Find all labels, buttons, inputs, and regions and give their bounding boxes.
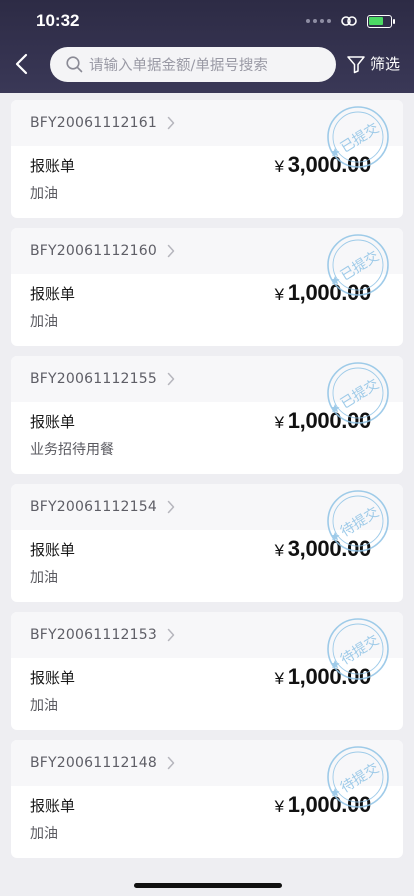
status-bar: 10:32 (0, 0, 414, 44)
search-input[interactable]: 请输入单据金额/单据号搜索 (50, 47, 336, 82)
bill-type: 报账单 (30, 285, 76, 303)
stamp-status-text: 待提交 (337, 632, 382, 669)
chevron-right-icon (167, 628, 175, 642)
bill-code: BFY20061112155 (30, 371, 157, 387)
currency-symbol: ¥ (274, 797, 284, 816)
bill-code: BFY20061112148 (30, 755, 157, 771)
filter-label: 筛选 (370, 55, 401, 73)
bill-description: 加油 (30, 570, 58, 586)
bill-type: 报账单 (30, 797, 76, 815)
bill-type: 报账单 (30, 669, 76, 687)
battery-icon (367, 14, 395, 28)
currency-symbol: ¥ (274, 285, 284, 304)
status-stamp: 已提交 (327, 234, 389, 296)
bill-description: 加油 (30, 314, 58, 330)
chevron-right-icon (167, 116, 175, 130)
status-stamp: 待提交 (327, 490, 389, 552)
currency-symbol: ¥ (274, 669, 284, 688)
bill-card[interactable]: BFY20061112161 报账单 加油 ¥3,000.00 已提交 (11, 100, 403, 218)
stamp-status-text: 待提交 (337, 760, 382, 797)
status-stamp: 待提交 (327, 746, 389, 808)
home-indicator (134, 883, 282, 888)
bill-description: 加油 (30, 698, 58, 714)
bill-code: BFY20061112160 (30, 243, 157, 259)
chevron-right-icon (167, 756, 175, 770)
stamp-status-text: 已提交 (337, 376, 382, 413)
chevron-right-icon (167, 372, 175, 386)
chevron-right-icon (167, 244, 175, 258)
bill-card[interactable]: BFY20061112154 报账单 加油 ¥3,000.00 待提交 (11, 484, 403, 602)
currency-symbol: ¥ (274, 157, 284, 176)
bill-type: 报账单 (30, 157, 76, 175)
currency-symbol: ¥ (274, 413, 284, 432)
search-placeholder: 请输入单据金额/单据号搜索 (89, 58, 268, 74)
status-stamp: 已提交 (327, 362, 389, 424)
bill-code: BFY20061112154 (30, 499, 157, 515)
bill-card[interactable]: BFY20061112160 报账单 加油 ¥1,000.00 已提交 (11, 228, 403, 346)
stamp-status-text: 已提交 (337, 248, 382, 285)
search-icon (66, 56, 83, 73)
bill-type: 报账单 (30, 413, 76, 431)
bill-type: 报账单 (30, 541, 76, 559)
bill-code: BFY20061112153 (30, 627, 157, 643)
bill-code: BFY20061112161 (30, 115, 157, 131)
filter-icon (347, 55, 365, 73)
signal-icon (306, 19, 331, 23)
bill-description: 加油 (30, 186, 58, 202)
stamp-status-text: 已提交 (337, 120, 382, 157)
status-icons (306, 14, 395, 28)
bill-card[interactable]: BFY20061112148 报账单 加油 ¥1,000.00 待提交 (11, 740, 403, 858)
back-icon[interactable] (12, 52, 34, 76)
bill-card[interactable]: BFY20061112155 报账单 业务招待用餐 ¥1,000.00 已提交 (11, 356, 403, 474)
app-header: 10:32 请输入单据金额/单据号搜索 筛选 (0, 0, 414, 93)
nav-bar: 请输入单据金额/单据号搜索 筛选 (0, 44, 414, 93)
status-time: 10:32 (36, 11, 80, 30)
bill-card[interactable]: BFY20061112153 报账单 加油 ¥1,000.00 待提交 (11, 612, 403, 730)
link-icon (341, 16, 357, 26)
status-stamp: 已提交 (327, 106, 389, 168)
stamp-status-text: 待提交 (337, 504, 382, 541)
chevron-right-icon (167, 500, 175, 514)
filter-button[interactable]: 筛选 (346, 53, 400, 74)
bill-description: 加油 (30, 826, 58, 842)
bill-description: 业务招待用餐 (30, 442, 114, 458)
status-stamp: 待提交 (327, 618, 389, 680)
currency-symbol: ¥ (274, 541, 284, 560)
